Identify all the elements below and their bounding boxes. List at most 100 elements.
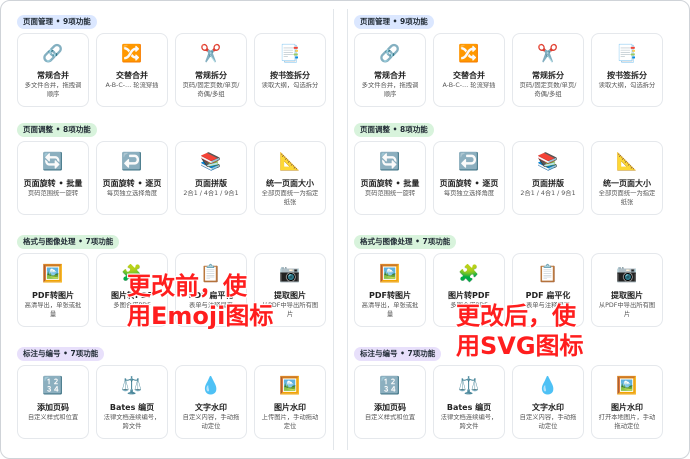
bookmark-tabs-icon: 📑 — [279, 44, 301, 64]
puzzle-icon: 🧩 — [458, 264, 480, 284]
panel-after: 页面管理 • 9项功能 🔗 常规合并多文件合并，拖拽调顺序 🔀 交替合并 A-B-C-… … — [347, 9, 670, 450]
tool-description: 页码范围统一旋转 — [364, 190, 416, 197]
comparison-frame: 页面管理 • 9项功能 🔗 常规合并多文件合并，拖拽调顺序 🔀 交替合并 A-B-C-… … — [0, 0, 690, 459]
tool-card[interactable]: 💧 文字水印 自定义内容，手动拖动定位 — [175, 365, 247, 439]
tool-description: 自定义内容，手动拖动定位 — [182, 414, 240, 430]
clipboard-icon: 📋 — [537, 264, 559, 284]
section-label: 页面管理 • 9项功能 — [354, 15, 434, 29]
droplet-icon: 💧 — [537, 376, 559, 396]
tool-title: 常规合并 — [374, 71, 406, 80]
tool-description: 页码/固定页数/单页/奇偶/多组 — [519, 82, 577, 98]
tool-description: 每页独立选择角度 — [106, 190, 158, 197]
tool-description: 读取大纲，勾选拆分 — [598, 82, 656, 89]
tool-card[interactable]: 🖼️ PDF转图片高清导出，单张或批量 — [354, 253, 426, 327]
tool-description: 读取大纲，勾选拆分 — [261, 82, 319, 89]
tool-title: 图片转PDF — [448, 291, 490, 300]
tool-title: Bates 编页 — [109, 403, 155, 412]
tool-title: 添加页码 — [37, 403, 69, 412]
tool-title: 提取图片 — [611, 291, 643, 300]
tool-title: 按书签拆分 — [607, 71, 647, 80]
tool-title: 页面拼版 — [532, 179, 564, 188]
overlay-caption-after: 更改后，使 用SVG图标 — [456, 302, 584, 360]
triangle-ruler-icon: 📐 — [279, 152, 301, 172]
tool-title: 统一页面大小 — [603, 179, 651, 188]
tool-card[interactable]: 📑 按书签拆分 读取大纲，勾选拆分 — [591, 33, 663, 107]
shuffle-icon: 🔀 — [121, 44, 143, 64]
tool-description: 高清导出，单张或批量 — [24, 302, 82, 318]
tool-card[interactable]: 🔄 页面旋转 • 批量 页码范围统一旋转 — [354, 141, 426, 215]
tool-description: 从PDF中导出所有图片 — [598, 302, 656, 318]
shuffle-icon: 🔀 — [458, 44, 480, 64]
tool-card[interactable]: 📑 按书签拆分读取大纲，勾选拆分 — [254, 33, 326, 107]
tool-card[interactable]: 🔗 常规合并多文件合并，拖拽调顺序 — [354, 33, 426, 107]
scales-icon: ⚖️ — [458, 376, 480, 396]
link-icon: 🔗 — [379, 44, 401, 64]
tool-title: 页面旋转 • 逐页 — [439, 179, 499, 188]
tool-card[interactable]: 🔢 添加页码自定义样式和位置 — [17, 365, 89, 439]
tool-card[interactable]: 🔄 页面旋转 • 批量 页码范围统一旋转 — [17, 141, 89, 215]
tool-title: 页面旋转 • 逐页 — [102, 179, 162, 188]
tool-card[interactable]: 📚 页面拼版 2合1 / 4合1 / 9合1 — [512, 141, 584, 215]
tool-description: 页码范围统一旋转 — [27, 190, 79, 197]
tool-title: 文字水印 — [532, 403, 564, 412]
tool-card[interactable]: 🔗 常规合并 多文件合并，拖拽调顺序 — [17, 33, 89, 107]
tool-description: 法律文档连续编号，跨文件 — [440, 414, 498, 430]
tool-description: 自定义样式和位置 — [27, 414, 79, 421]
tool-title: 交替合并 — [116, 71, 148, 80]
tool-description: 法律文档连续编号，跨文件 — [103, 414, 161, 430]
tool-title: PDF转图片 — [369, 291, 411, 300]
scales-icon: ⚖️ — [121, 376, 143, 396]
section-label: 格式与图像处理 • 7项功能 — [17, 235, 120, 249]
tool-description: 2合1 / 4合1 / 9合1 — [183, 190, 239, 197]
tool-title: 按书签拆分 — [270, 71, 310, 80]
tool-card[interactable]: 🖼️ 图片水印 打开本地图片，手动拖动定位 — [591, 365, 663, 439]
overlay-caption-before: 更改前，使 用Emoji图标 — [127, 272, 274, 330]
tool-card[interactable]: 🔀 交替合并 A-B-C-… 轮流穿插 — [433, 33, 505, 107]
tool-title: 页面拼版 — [195, 179, 227, 188]
panel-before: 页面管理 • 9项功能 🔗 常规合并 多文件合并，拖拽调顺序 🔀 交替合并 A-B-C-… … — [11, 9, 334, 450]
tool-card[interactable]: 🔢 添加页码 自定义样式和位置 — [354, 365, 426, 439]
camera-icon: 📷 — [279, 264, 301, 284]
picture-icon: 🖼️ — [379, 264, 401, 284]
tool-card[interactable]: 🖼️ PDF转图片高清导出，单张或批量 — [17, 253, 89, 327]
link-icon: 🔗 — [42, 44, 64, 64]
scissors-icon: ✂️ — [200, 44, 222, 64]
tool-description: 页码/固定页数/单页/奇偶/多组 — [182, 82, 240, 98]
tool-title: 图片水印 — [274, 403, 306, 412]
tool-card[interactable]: 📷 提取图片从PDF中导出所有图片 — [591, 253, 663, 327]
tool-description: 高清导出，单张或批量 — [361, 302, 419, 318]
tool-description: 多文件合并，拖拽调顺序 — [24, 82, 82, 98]
tool-card[interactable]: 📐 统一页面大小 全部页面统一为指定纸张 — [254, 141, 326, 215]
camera-icon: 📷 — [616, 264, 638, 284]
tool-card[interactable]: 💧 文字水印自定义内容，手动拖动定位 — [512, 365, 584, 439]
tool-card[interactable]: ⚖️ Bates 编页法律文档连续编号，跨文件 — [433, 365, 505, 439]
tool-card[interactable]: ✂️ 常规拆分页码/固定页数/单页/奇偶/多组 — [175, 33, 247, 107]
tool-card[interactable]: 🖼️ 图片水印 上传图片，手动拖动定位 — [254, 365, 326, 439]
tool-description: 自定义内容，手动拖动定位 — [519, 414, 577, 430]
section-label: 页面管理 • 9项功能 — [17, 15, 97, 29]
triangle-ruler-icon: 📐 — [616, 152, 638, 172]
tool-description: 多文件合并，拖拽调顺序 — [361, 82, 419, 98]
tool-title: 常规拆分 — [195, 71, 227, 80]
tool-card[interactable]: 📐 统一页面大小全部页面统一为指定纸张 — [591, 141, 663, 215]
tool-card[interactable]: ↩️ 页面旋转 • 逐页 每页独立选择角度 — [96, 141, 168, 215]
droplet-icon: 💧 — [200, 376, 222, 396]
numbers-icon: 🔢 — [42, 376, 64, 396]
section-label: 标注与编号 • 7项功能 — [354, 347, 442, 361]
books-icon: 📚 — [537, 152, 559, 172]
section-label: 格式与图像处理 • 7项功能 — [354, 235, 457, 249]
tool-description: 全部页面统一为指定纸张 — [598, 190, 656, 206]
tool-title: Bates 编页 — [446, 403, 492, 412]
tool-card[interactable]: ✂️ 常规拆分 页码/固定页数/单页/奇偶/多组 — [512, 33, 584, 107]
rotate-icon: 🔄 — [379, 152, 401, 172]
tool-title: PDF转图片 — [32, 291, 74, 300]
picture-icon: 🖼️ — [42, 264, 64, 284]
tool-card[interactable]: 🔀 交替合并 A-B-C-… 轮流穿插 — [96, 33, 168, 107]
tool-description: 全部页面统一为指定纸张 — [261, 190, 319, 206]
tool-card[interactable]: ↩️ 页面旋转 • 逐页 每页独立选择角度 — [433, 141, 505, 215]
tool-card[interactable]: ⚖️ Bates 编页法律文档连续编号，跨文件 — [96, 365, 168, 439]
tool-description: 自定义样式和位置 — [364, 414, 416, 421]
section-label: 页面调整 • 8项功能 — [17, 123, 97, 137]
rotate-single-icon: ↩️ — [121, 152, 143, 172]
tool-card[interactable]: 📚 页面拼版 2合1 / 4合1 / 9合1 — [175, 141, 247, 215]
